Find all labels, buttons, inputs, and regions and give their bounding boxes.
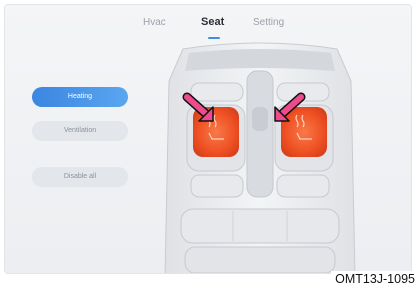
ventilation-button[interactable]: Ventilation bbox=[32, 121, 128, 141]
figure-code: OMT13J-1095 bbox=[331, 271, 415, 287]
heating-button[interactable]: Heating bbox=[32, 87, 128, 107]
tab-active-indicator bbox=[208, 37, 220, 39]
car-top-view-illustration bbox=[164, 42, 356, 273]
tab-seat[interactable]: Seat bbox=[201, 16, 224, 28]
infotainment-screen: Hvac Seat Setting Heating Ventilation Di… bbox=[4, 4, 412, 274]
figure-frame: Hvac Seat Setting Heating Ventilation Di… bbox=[0, 0, 419, 288]
car-seat-view bbox=[155, 41, 365, 273]
tab-hvac[interactable]: Hvac bbox=[143, 17, 166, 28]
tab-bar: Hvac Seat Setting bbox=[5, 13, 411, 39]
rear-seat bbox=[180, 208, 340, 273]
tab-setting[interactable]: Setting bbox=[253, 17, 284, 28]
disable-all-button[interactable]: Disable all bbox=[32, 167, 128, 187]
